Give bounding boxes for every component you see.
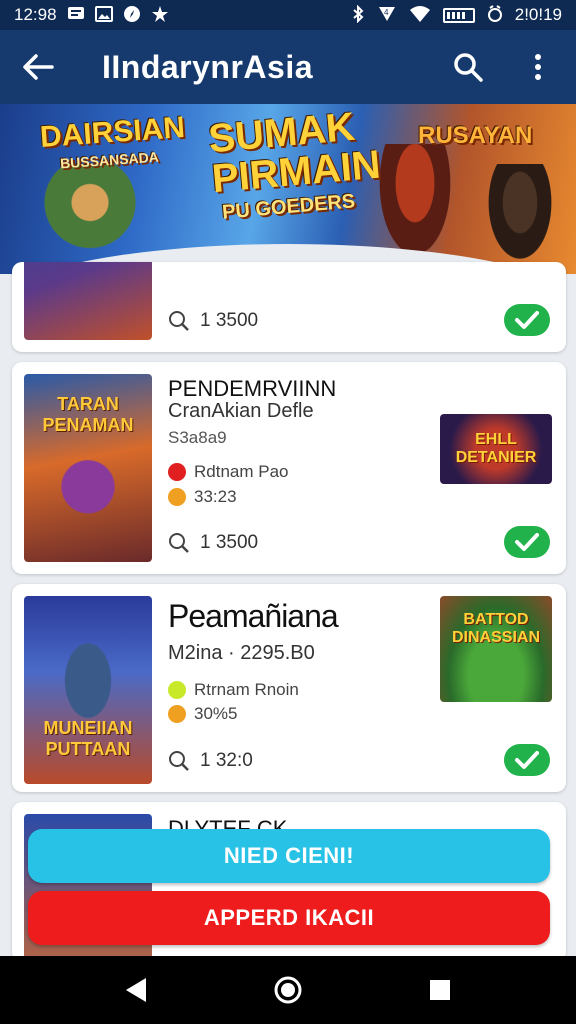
game-thumbnail: MUNEIIAN PUTTAAN — [24, 596, 152, 784]
rating-row: 1 32:0 — [168, 750, 253, 772]
info-row: 30%5 — [168, 704, 237, 724]
message-icon — [67, 6, 85, 25]
banner-warrior-art — [370, 144, 460, 274]
game-thumbnail: TARAN PENAMAN — [24, 374, 152, 562]
checkmark-icon — [515, 533, 539, 551]
nav-recents-icon — [430, 980, 450, 1000]
installed-check-button[interactable] — [504, 304, 550, 336]
more-vertical-icon — [535, 54, 541, 80]
checkmark-icon — [515, 751, 539, 769]
status-dot-orange — [168, 705, 186, 723]
info-row: Rtrnam Rnoin — [168, 680, 299, 700]
installed-check-button[interactable] — [504, 526, 550, 558]
installed-check-button[interactable] — [504, 744, 550, 776]
rating-row: 1 3500 — [168, 532, 258, 554]
info-row: Rdtnam Pao — [168, 462, 289, 482]
banner-center-title: SUMAK PIRMAIN — [207, 105, 383, 201]
wifi-icon — [409, 5, 431, 26]
info-text: 30%5 — [194, 704, 238, 723]
search-icon — [169, 533, 189, 553]
status-bar: 12:98 4 2!0!19 — [0, 0, 576, 30]
back-button[interactable] — [18, 47, 58, 87]
search-button[interactable] — [448, 47, 488, 87]
nav-home-button[interactable] — [264, 966, 312, 1014]
system-nav-bar — [0, 956, 576, 1024]
nav-back-icon — [126, 978, 146, 1002]
primary-action-button[interactable]: NIED CIENI! — [28, 829, 550, 883]
side-thumbnail-text: BATTOD DINASSIAN — [451, 611, 540, 646]
side-thumbnail[interactable]: EHLL DETANIER — [440, 414, 552, 484]
rating-value: 1 3500 — [200, 532, 259, 553]
screen: 12:98 4 2!0!19 IIndarynrAsia DAIRSIAN BU… — [0, 0, 576, 1024]
checkmark-icon — [515, 311, 539, 329]
game-thumbnail — [24, 262, 152, 340]
app-bar: IIndarynrAsia — [0, 30, 576, 104]
nav-recents-button[interactable] — [416, 966, 464, 1014]
rating-value: 1 32:0 — [200, 750, 253, 771]
status-time: 12:98 — [14, 5, 57, 24]
game-title: Peamañiana — [168, 598, 339, 634]
rating-row: 1 3500 — [168, 310, 258, 332]
alarm-icon — [487, 4, 503, 26]
nav-home-icon — [274, 976, 302, 1004]
signal-icon: 4 — [377, 5, 397, 26]
status-dot-orange — [168, 488, 186, 506]
game-title: PENDEMRVIINN — [168, 376, 337, 401]
info-text: Rdtnam Pao — [194, 462, 289, 481]
status-dot-green — [168, 681, 186, 699]
bluetooth-icon — [351, 4, 365, 26]
game-meta: S3a8a9 — [168, 428, 227, 447]
game-card[interactable]: MUNEIIAN PUTTAAN Peamañiana M2ina · 2295… — [12, 584, 566, 792]
search-icon — [454, 53, 483, 82]
nav-back-button[interactable] — [112, 966, 160, 1014]
image-icon — [94, 5, 113, 25]
svg-text:4: 4 — [384, 8, 389, 17]
game-subtitle: M2ina · 2295.B0 — [168, 642, 315, 664]
page-title: IIndarynrAsia — [102, 48, 314, 85]
banner-soldier-art — [480, 164, 560, 274]
banner-hero-art — [20, 164, 160, 274]
game-card[interactable]: TARAN PENAMAN PENDEMRVIINN CranAkian Def… — [12, 362, 566, 574]
side-thumbnail-text: EHLL DETANIER — [455, 431, 537, 466]
game-card[interactable]: 1 3500 — [12, 262, 566, 352]
game-thumbnail-text: TARAN PENAMAN — [42, 394, 134, 435]
status-bar-right: 4 2!0!19 — [351, 4, 562, 26]
info-text: 33:23 — [194, 487, 237, 506]
status-bar-left: 12:98 — [14, 5, 169, 26]
compass-icon — [123, 5, 141, 26]
star-icon — [151, 5, 169, 26]
battery-icon — [442, 7, 475, 23]
search-icon — [169, 311, 189, 331]
info-text: Rtrnam Rnoin — [194, 680, 299, 699]
arrow-left-icon — [23, 54, 54, 80]
rating-value: 1 3500 — [200, 310, 259, 331]
search-icon — [169, 751, 189, 771]
side-thumbnail[interactable]: BATTOD DINASSIAN — [440, 596, 552, 702]
game-subtitle: CranAkian Defle — [168, 400, 314, 422]
more-button[interactable] — [518, 47, 558, 87]
status-dot-red — [168, 463, 186, 481]
game-thumbnail-text: MUNEIIAN PUTTAAN — [43, 718, 133, 759]
info-row: 33:23 — [168, 487, 237, 507]
app-bar-actions — [448, 47, 558, 87]
secondary-action-button[interactable]: APPERD IKACII — [28, 891, 550, 945]
banner-right-title: RUSAYAN — [418, 122, 533, 149]
status-right-text: 2!0!19 — [514, 5, 562, 24]
